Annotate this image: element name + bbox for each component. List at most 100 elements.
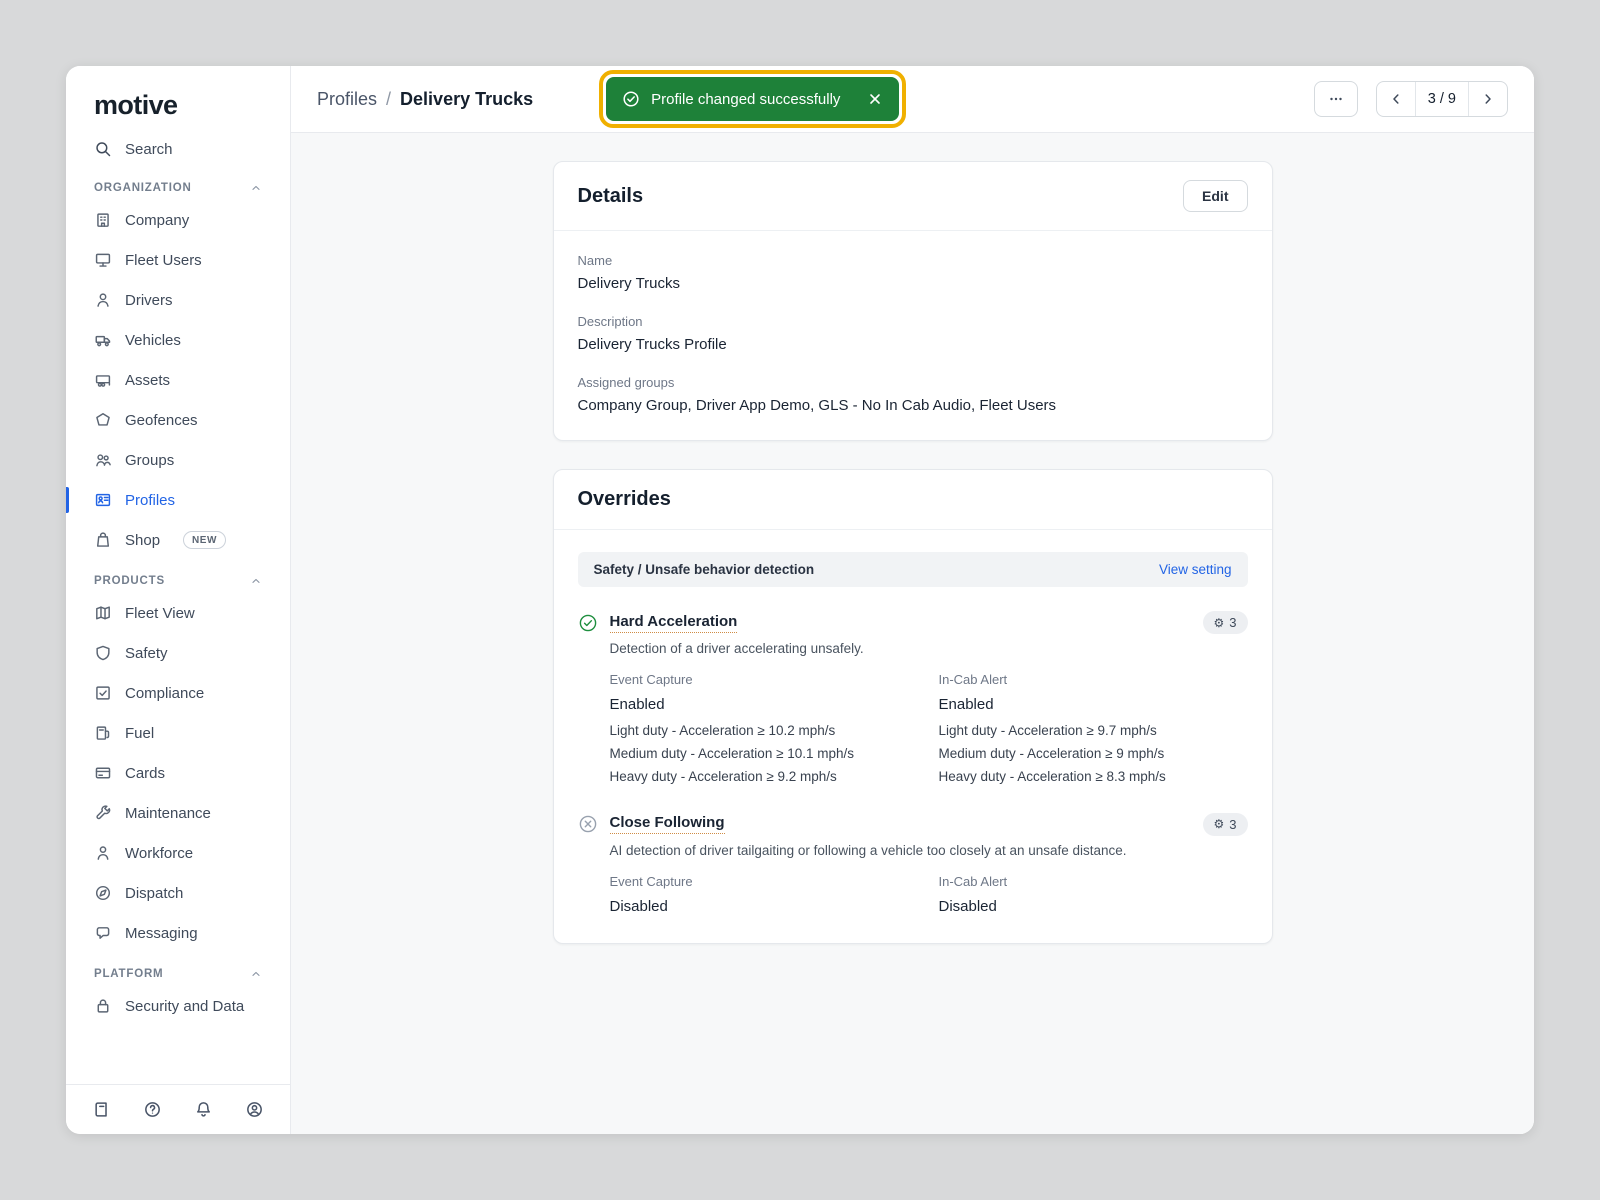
toast-close-button[interactable] [867, 91, 883, 107]
column-label: Event Capture [610, 874, 919, 889]
column-label: Event Capture [610, 672, 919, 687]
sidebar-item-safety[interactable]: Safety [66, 633, 290, 673]
top-actions: 3 / 9 [1314, 81, 1508, 117]
wrench-icon [94, 804, 112, 822]
disabled-x-circle-icon [578, 814, 598, 834]
field-name: Name Delivery Trucks [578, 253, 1248, 292]
truck-icon [94, 331, 112, 349]
override-description: Detection of a driver accelerating unsaf… [610, 641, 1248, 656]
sidebar-item-drivers[interactable]: Drivers [66, 280, 290, 320]
override-title[interactable]: Close Following [610, 814, 725, 834]
override-item-hard-acceleration: Hard Acceleration ⚙ 3 Detection of a dri… [554, 587, 1272, 789]
sidebar-item-assets[interactable]: Assets [66, 360, 290, 400]
chevron-left-icon [1388, 91, 1404, 107]
override-settings-grid: Event Capture Enabled Light duty - Accel… [610, 672, 1248, 789]
sidebar-item-search[interactable]: Search [66, 131, 290, 167]
trailer-icon [94, 371, 112, 389]
new-badge: NEW [183, 531, 226, 549]
chevron-up-icon [250, 575, 262, 587]
sidebar-item-workforce[interactable]: Workforce [66, 833, 290, 873]
chevron-up-icon [250, 182, 262, 194]
sidebar-item-label: Fuel [125, 725, 154, 742]
compass-icon [94, 884, 112, 902]
sidebar-item-label: Safety [125, 645, 168, 662]
column-detail-lines: Light duty - Acceleration ≥ 10.2 mph/s M… [610, 720, 919, 789]
geofence-icon [94, 411, 112, 429]
more-options-button[interactable] [1314, 81, 1358, 117]
override-title[interactable]: Hard Acceleration [610, 613, 738, 633]
detail-line: Medium duty - Acceleration ≥ 9 mph/s [939, 743, 1248, 766]
sidebar-item-messaging[interactable]: Messaging [66, 913, 290, 953]
detail-line: Light duty - Acceleration ≥ 9.7 mph/s [939, 720, 1248, 743]
breadcrumb-parent[interactable]: Profiles [317, 89, 377, 110]
search-icon [94, 140, 112, 158]
help-icon [143, 1100, 162, 1119]
chat-bubble-icon [94, 924, 112, 942]
profile-pager: 3 / 9 [1376, 81, 1508, 117]
sidebar-item-cards[interactable]: Cards [66, 753, 290, 793]
sidebar-item-label: Fleet Users [125, 252, 202, 269]
override-settings-count: 3 [1229, 615, 1236, 630]
breadcrumb: Profiles / Delivery Trucks [317, 89, 533, 110]
section-header-products[interactable]: PRODUCTS [66, 560, 290, 593]
sidebar-item-profiles[interactable]: Profiles [66, 480, 290, 520]
success-toast: Profile changed successfully [606, 77, 899, 121]
section-header-organization[interactable]: ORGANIZATION [66, 167, 290, 200]
sidebar-item-label: Drivers [125, 292, 173, 309]
sidebar-item-vehicles[interactable]: Vehicles [66, 320, 290, 360]
close-icon [867, 91, 883, 107]
override-settings-badge[interactable]: ⚙ 3 [1203, 813, 1248, 836]
sidebar-item-compliance[interactable]: Compliance [66, 673, 290, 713]
next-profile-button[interactable] [1469, 82, 1507, 116]
enabled-check-circle-icon [578, 613, 598, 633]
sidebar-item-dispatch[interactable]: Dispatch [66, 873, 290, 913]
details-card: Details Edit Name Delivery Trucks Descri… [553, 161, 1273, 441]
sidebar-item-maintenance[interactable]: Maintenance [66, 793, 290, 833]
sidebar: motive Search ORGANIZATION Company Fleet… [66, 66, 291, 1134]
section-label: PLATFORM [94, 968, 163, 980]
view-setting-link[interactable]: View setting [1159, 562, 1232, 577]
changelog-button[interactable] [92, 1100, 111, 1119]
profile-card-icon [94, 491, 112, 509]
event-capture-column: Event Capture Disabled [610, 874, 919, 915]
lock-icon [94, 997, 112, 1015]
details-card-body: Name Delivery Trucks Description Deliver… [554, 231, 1272, 440]
detail-line: Heavy duty - Acceleration ≥ 8.3 mph/s [939, 766, 1248, 789]
previous-profile-button[interactable] [1377, 82, 1415, 116]
edit-button[interactable]: Edit [1183, 180, 1247, 212]
notifications-button[interactable] [194, 1100, 213, 1119]
chevron-right-icon [1480, 91, 1496, 107]
sidebar-item-fleet-users[interactable]: Fleet Users [66, 240, 290, 280]
sidebar-item-label: Profiles [125, 492, 175, 509]
override-group-bar: Safety / Unsafe behavior detection View … [578, 552, 1248, 587]
field-value: Delivery Trucks [578, 275, 1248, 292]
sidebar-item-security-and-data[interactable]: Security and Data [66, 986, 290, 1026]
section-label: ORGANIZATION [94, 182, 192, 194]
event-capture-column: Event Capture Enabled Light duty - Accel… [610, 672, 919, 789]
sidebar-item-label: Messaging [125, 925, 198, 942]
override-group-label: Safety / Unsafe behavior detection [594, 562, 815, 577]
highlight-ring: Profile changed successfully [599, 70, 906, 128]
override-settings-badge[interactable]: ⚙ 3 [1203, 611, 1248, 634]
overrides-card: Overrides Safety / Unsafe behavior detec… [553, 469, 1273, 944]
account-button[interactable] [245, 1100, 264, 1119]
changelog-icon [92, 1100, 111, 1119]
sidebar-item-label: Compliance [125, 685, 204, 702]
motive-logo[interactable]: motive [66, 66, 290, 131]
sidebar-item-fleet-view[interactable]: Fleet View [66, 593, 290, 633]
field-value: Company Group, Driver App Demo, GLS - No… [578, 397, 1248, 414]
sidebar-item-groups[interactable]: Groups [66, 440, 290, 480]
person-icon [94, 291, 112, 309]
sidebar-item-fuel[interactable]: Fuel [66, 713, 290, 753]
sidebar-item-label: Maintenance [125, 805, 211, 822]
account-icon [245, 1100, 264, 1119]
sidebar-item-geofences[interactable]: Geofences [66, 400, 290, 440]
details-title: Details [578, 185, 644, 208]
in-cab-alert-column: In-Cab Alert Enabled Light duty - Accele… [939, 672, 1248, 789]
sidebar-item-label: Vehicles [125, 332, 181, 349]
section-header-platform[interactable]: PLATFORM [66, 953, 290, 986]
sidebar-item-shop[interactable]: Shop NEW [66, 520, 290, 560]
help-button[interactable] [143, 1100, 162, 1119]
sidebar-item-company[interactable]: Company [66, 200, 290, 240]
field-label: Description [578, 314, 1248, 329]
